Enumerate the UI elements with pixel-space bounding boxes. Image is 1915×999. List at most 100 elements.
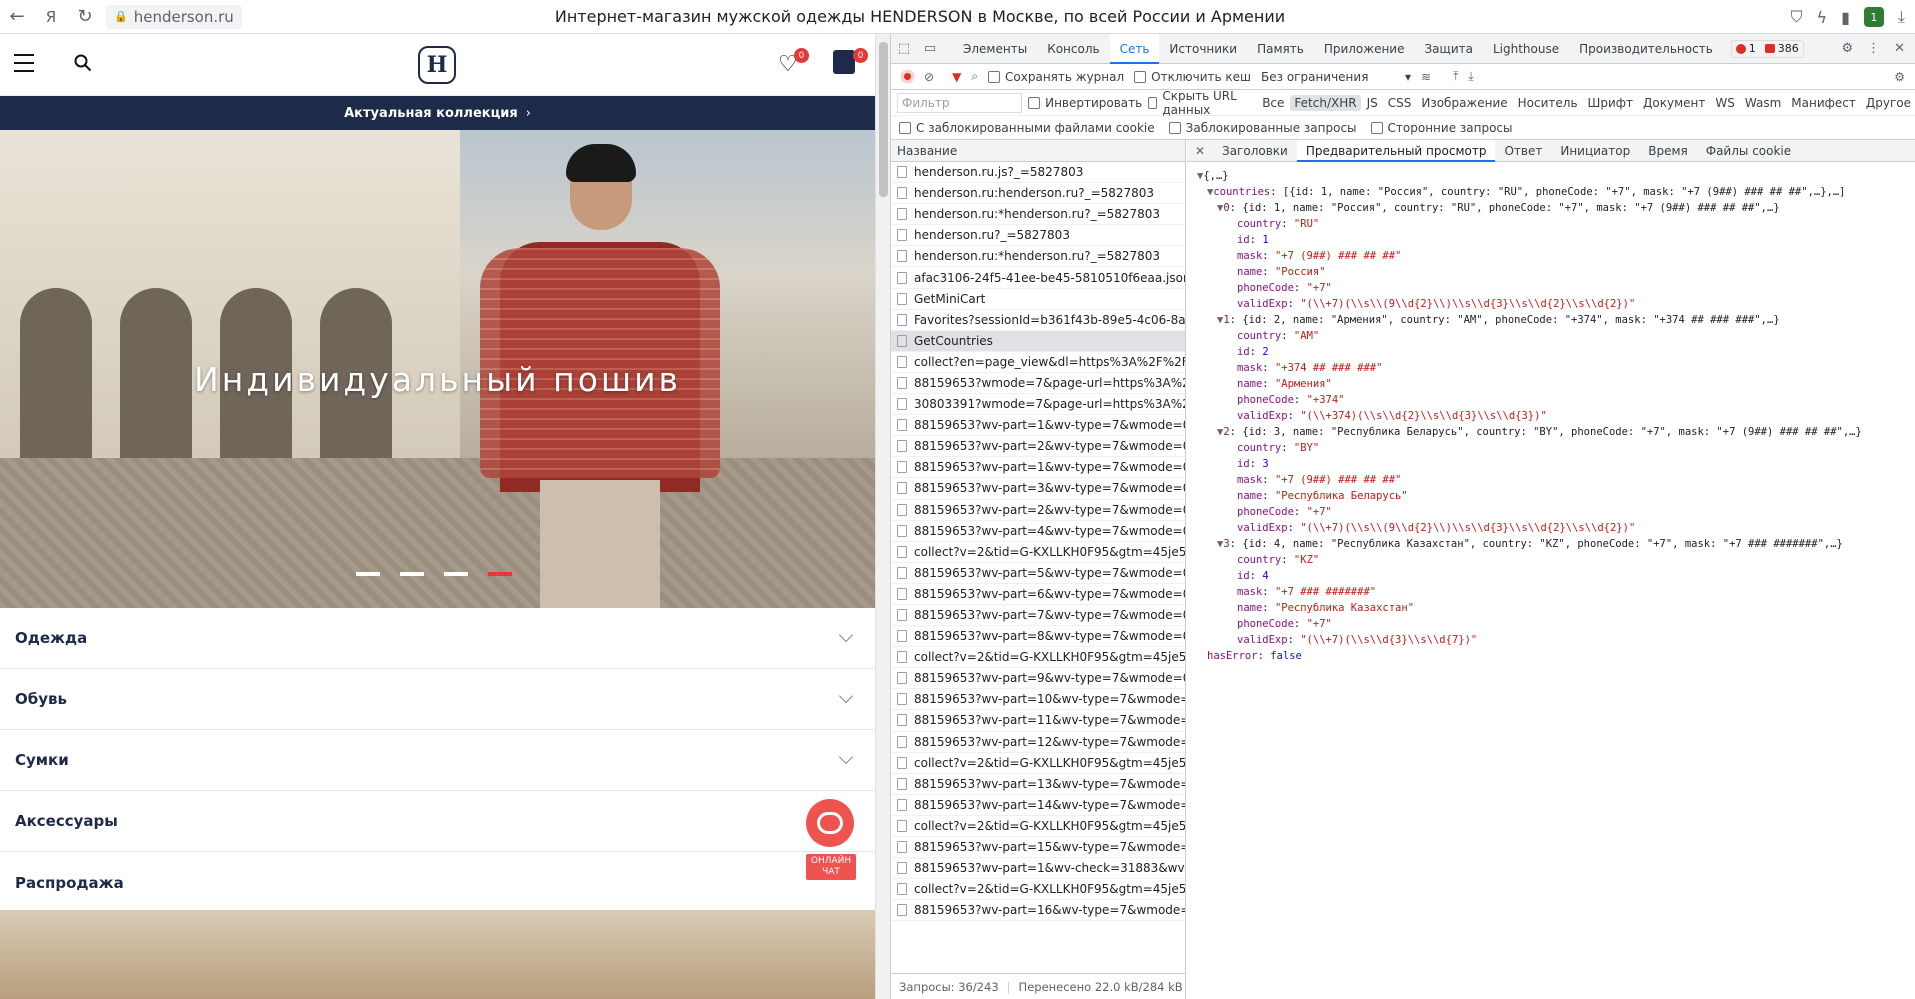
import-har-icon[interactable]: ⤒ (1453, 69, 1458, 84)
request-row[interactable]: 88159653?wv-part=10&wv-type=7&wmode=0... (891, 689, 1185, 711)
request-row[interactable]: 88159653?wv-part=11&wv-type=7&wmode=0... (891, 710, 1185, 732)
resource-type-filter[interactable]: Wasm (1741, 95, 1785, 111)
export-har-icon[interactable]: ⤓ (1468, 69, 1473, 84)
request-row[interactable]: 88159653?wv-part=4&wv-type=7&wmode=0&... (891, 521, 1185, 542)
lightning-off-icon[interactable]: ϟ (1817, 8, 1828, 27)
request-row[interactable]: 88159653?wv-part=14&wv-type=7&wmode=0... (891, 795, 1185, 816)
request-row[interactable]: 88159653?wv-part=8&wv-type=7&wmode=0&... (891, 626, 1185, 648)
request-row[interactable]: 88159653?wv-part=5&wv-type=7&wmode=0&... (891, 563, 1185, 584)
inspect-element-icon[interactable]: ⬚ (891, 41, 917, 56)
request-row[interactable]: 88159653?wv-part=7&wv-type=7&wmode=0&... (891, 605, 1185, 627)
devtools-tab[interactable]: Lighthouse (1483, 34, 1569, 64)
scrollbar-thumb[interactable] (879, 42, 888, 197)
request-row[interactable]: collect?en=page_view&dl=https%3A%2F%2Fhe… (891, 352, 1185, 373)
detail-tab[interactable]: Предварительный просмотр (1296, 139, 1496, 162)
checkbox-box[interactable] (1168, 121, 1181, 134)
invert-checkbox[interactable]: Инвертировать (1028, 96, 1142, 110)
throttling-select[interactable]: Без ограничения ▾ (1261, 70, 1411, 84)
devtools-tab[interactable]: Источники (1159, 34, 1247, 64)
request-row[interactable]: 88159653?wv-part=9&wv-type=7&wmode=0&... (891, 668, 1185, 690)
page-scrollbar[interactable] (875, 34, 890, 999)
resource-type-filter[interactable]: Шрифт (1584, 95, 1638, 111)
extension-icon[interactable]: 1 (1863, 7, 1884, 27)
request-row[interactable]: 88159653?wv-part=16&wv-type=7&wmode=0... (891, 900, 1185, 922)
clear-icon[interactable]: ⊘ (924, 70, 934, 84)
category-row-shoes[interactable]: Обувь (0, 669, 875, 730)
json-line[interactable]: ▼0: {id: 1, name: "Россия", country: "RU… (1197, 200, 1906, 216)
promo-image[interactable] (0, 910, 875, 999)
request-row[interactable]: collect?v=2&tid=G-KXLLKH0F95&gtm=45je55l… (891, 647, 1185, 669)
yandex-icon[interactable]: Я (34, 0, 68, 34)
resource-type-filter[interactable]: Изображение (1417, 95, 1511, 111)
address-bar[interactable]: 🔒 henderson.ru (106, 4, 242, 29)
detail-tab[interactable]: Файлы cookie (1697, 140, 1800, 162)
cart-bag-icon[interactable] (833, 50, 855, 74)
request-row[interactable]: henderson.ru:*henderson.ru?_=5827803 (891, 246, 1185, 268)
slider-dot[interactable] (400, 572, 424, 576)
devtools-tab[interactable]: Память (1247, 34, 1314, 64)
request-row[interactable]: 88159653?wv-part=2&wv-type=7&wmode=0&... (891, 436, 1185, 458)
detail-tab[interactable]: Время (1639, 140, 1697, 162)
json-line[interactable]: ▼countries: [{id: 1, name: "Россия", cou… (1197, 184, 1906, 200)
category-row-accessories[interactable]: Аксессуары (0, 791, 875, 852)
request-row[interactable]: 30803391?wmode=7&page-url=https%3A%2F... (891, 394, 1185, 416)
slider-dot[interactable] (356, 572, 380, 576)
request-row[interactable]: 88159653?wv-part=15&wv-type=7&wmode=0... (891, 837, 1185, 859)
devtools-tab[interactable]: Производительность (1569, 34, 1723, 64)
request-row[interactable]: henderson.ru:henderson.ru?_=5827803 (891, 183, 1185, 205)
category-row-clothing[interactable]: Одежда (0, 608, 875, 669)
download-icon[interactable]: ⤓ (1898, 7, 1905, 27)
resource-type-filter[interactable]: JS (1363, 95, 1382, 111)
online-chat-label[interactable]: ОНЛАЙН ЧАТ (806, 854, 856, 880)
resource-type-filter[interactable]: Все (1258, 95, 1288, 111)
devtools-tab[interactable]: Сеть (1109, 33, 1160, 64)
online-chat-button[interactable] (806, 799, 854, 847)
checkbox-box[interactable] (1028, 96, 1041, 109)
request-row[interactable]: collect?v=2&tid=G-KXLLKH0F95&gtm=45je55l… (891, 816, 1185, 837)
devtools-tab[interactable]: Элементы (953, 34, 1037, 64)
search-icon[interactable] (74, 54, 92, 72)
record-icon[interactable] (901, 70, 914, 83)
request-row[interactable]: 88159653?wv-part=1&wv-type=7&wmode=0&... (891, 457, 1185, 479)
back-arrow-icon[interactable]: ← (0, 0, 34, 34)
request-row[interactable]: 88159653?wv-part=6&wv-type=7&wmode=0&... (891, 584, 1185, 605)
reload-icon[interactable]: ↻ (68, 0, 102, 34)
preserve-log-checkbox[interactable]: Сохранять журнал (988, 70, 1124, 84)
slider-dot-active[interactable] (488, 572, 512, 576)
request-row[interactable]: henderson.ru.js?_=5827803 (891, 162, 1185, 184)
devtools-tab[interactable]: Консоль (1037, 34, 1109, 64)
request-row[interactable]: collect?v=2&tid=G-KXLLKH0F95&gtm=45je55l… (891, 542, 1185, 563)
request-row[interactable]: 88159653?wv-part=13&wv-type=7&wmode=0... (891, 774, 1185, 795)
resource-type-filter[interactable]: Документ (1639, 95, 1709, 111)
disable-cache-checkbox[interactable]: Отключить кеш (1134, 70, 1251, 84)
detail-tab[interactable]: Ответ (1495, 140, 1551, 162)
more-options-icon[interactable]: ⋮ (1867, 41, 1880, 56)
blocked-cookies-checkbox[interactable]: С заблокированными файлами cookie (899, 121, 1155, 135)
json-line[interactable]: ▼2: {id: 3, name: "Республика Беларусь",… (1197, 424, 1906, 440)
protect-icon[interactable]: ⛉ (1791, 7, 1803, 27)
menu-icon[interactable] (14, 54, 34, 72)
request-row[interactable]: GetMiniCart (891, 289, 1185, 310)
json-line[interactable]: ▼{,…} (1197, 168, 1906, 184)
checkbox-box[interactable] (899, 121, 911, 134)
close-icon[interactable]: ✕ (1894, 41, 1905, 56)
json-line[interactable]: ▼3: {id: 4, name: "Республика Казахстан"… (1197, 536, 1906, 552)
slider-dot[interactable] (444, 572, 468, 576)
request-row[interactable]: GetCountries (891, 330, 1185, 352)
request-row[interactable]: 88159653?wv-part=12&wv-type=7&wmode=0... (891, 732, 1185, 753)
wifi-settings-icon[interactable]: ≋ (1421, 70, 1431, 84)
hero-banner[interactable]: Индивидуальный пошив (0, 130, 875, 608)
request-row[interactable]: 88159653?wv-part=1&wv-check=31883&wv-ty.… (891, 858, 1185, 880)
hide-data-urls-checkbox[interactable]: Скрыть URL данных (1148, 89, 1252, 117)
request-row[interactable]: collect?v=2&tid=G-KXLLKH0F95&gtm=45je55l… (891, 753, 1185, 774)
network-settings-icon[interactable]: ⚙ (1894, 70, 1905, 84)
request-row[interactable]: 88159653?wv-part=1&wv-type=7&wmode=0&... (891, 415, 1185, 437)
blocked-requests-checkbox[interactable]: Заблокированные запросы (1168, 121, 1357, 135)
request-row[interactable]: collect?v=2&tid=G-KXLLKH0F95&gtm=45je55l… (891, 879, 1185, 901)
checkbox-box[interactable] (1370, 121, 1383, 134)
devtools-tab[interactable]: Защита (1414, 34, 1483, 64)
device-toggle-icon[interactable]: ▭ (917, 41, 943, 56)
resource-type-filter[interactable]: Носитель (1514, 95, 1582, 111)
request-row[interactable]: 88159653?wv-part=3&wv-type=7&wmode=0&... (891, 478, 1185, 500)
collection-banner[interactable]: Актуальная коллекция › (0, 96, 875, 130)
